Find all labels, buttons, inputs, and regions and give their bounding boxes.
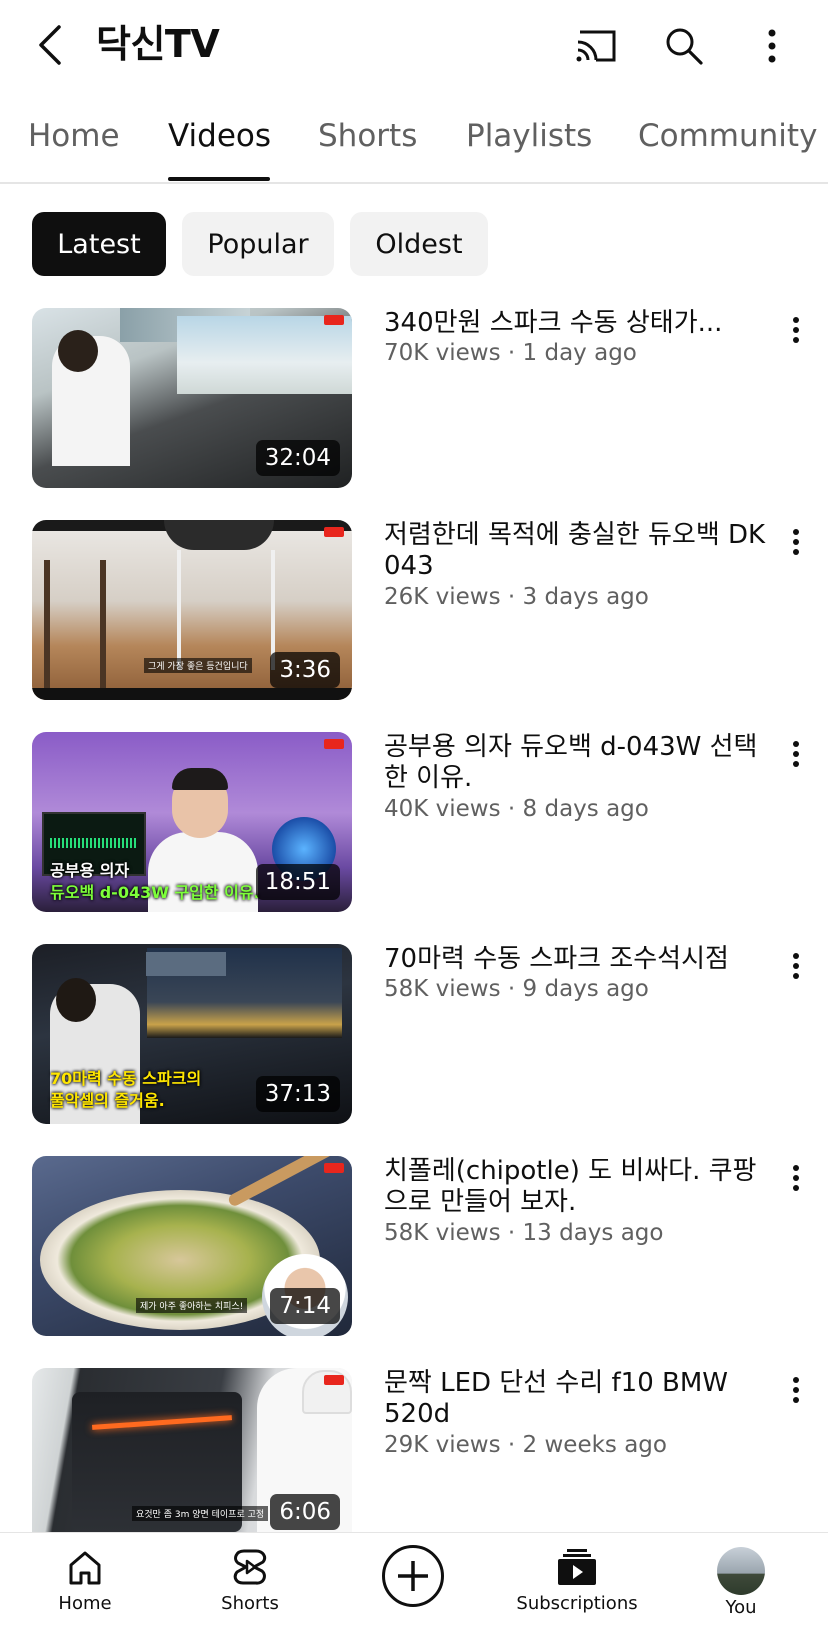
more-options-button[interactable] — [748, 22, 796, 70]
video-thumbnail[interactable]: 70마력 수동 스파크의 풀악셀의 즐거움. 37:13 — [32, 944, 352, 1124]
subscriptions-icon — [558, 1549, 596, 1585]
create-button[interactable] — [382, 1545, 444, 1607]
video-thumbnail[interactable]: 그게 가장 좋은 등건입니다 3:36 — [32, 520, 352, 700]
video-thumbnail[interactable]: 요것만 좀 3m 양면 테이프로 고정 6:06 — [32, 1368, 352, 1532]
video-duration: 37:13 — [255, 1076, 340, 1112]
video-more-button[interactable] — [776, 1156, 816, 1200]
more-vertical-icon — [793, 317, 799, 343]
thumbnail-detail — [44, 560, 106, 700]
video-duration: 32:04 — [255, 440, 340, 476]
nav-you[interactable]: You — [681, 1547, 801, 1618]
video-thumbnail[interactable]: 32:04 — [32, 308, 352, 488]
more-vertical-icon — [768, 29, 776, 63]
video-meta: 70K views · 1 day ago — [384, 340, 637, 366]
thumbnail-detail — [172, 768, 228, 790]
video-thumbnail[interactable]: 제가 아주 좋아하는 치피스! 7:14 — [32, 1156, 352, 1336]
home-icon — [69, 1551, 101, 1585]
video-meta: 58K views · 9 days ago — [384, 976, 649, 1002]
chip-latest[interactable]: Latest — [32, 212, 166, 276]
chip-popular[interactable]: Popular — [182, 212, 334, 276]
nav-label: You — [725, 1597, 757, 1618]
thumbnail-detail — [177, 550, 275, 670]
chip-oldest[interactable]: Oldest — [350, 212, 488, 276]
channel-logo-badge — [324, 739, 344, 749]
more-vertical-icon — [793, 953, 799, 979]
video-item[interactable]: 70마력 수동 스파크의 풀악셀의 즐거움. 37:13 70마력 수동 스파크… — [0, 944, 828, 1124]
channel-title: 닥신TV — [96, 22, 220, 66]
channel-logo-badge — [324, 1163, 344, 1173]
video-meta: 26K views · 3 days ago — [384, 584, 649, 610]
video-more-button[interactable] — [776, 1368, 816, 1412]
video-title[interactable]: 340만원 스파크 수동 상태가... — [384, 308, 770, 339]
video-item[interactable]: 32:04 340만원 스파크 수동 상태가... 70K views · 1 … — [0, 308, 828, 488]
video-title[interactable]: 치폴레(chipotle) 도 비싸다. 쿠팡으로 만들어 보자. — [384, 1156, 770, 1218]
channel-tabs: Home Videos Shorts Playlists Community — [0, 100, 828, 184]
tab-videos[interactable]: Videos — [168, 114, 271, 158]
back-button[interactable] — [30, 20, 70, 70]
nav-label: Subscriptions — [516, 1593, 638, 1614]
video-title[interactable]: 문짝 LED 단선 수리 f10 BMW 520d — [384, 1368, 770, 1430]
thumbnail-detail — [56, 978, 96, 1022]
active-tab-indicator — [168, 177, 270, 181]
thumbnail-caption: 요것만 좀 3m 양면 테이프로 고정 — [132, 1506, 269, 1521]
video-title[interactable]: 70마력 수동 스파크 조수석시점 — [384, 944, 770, 975]
thumbnail-caption: 제가 아주 좋아하는 치피스! — [136, 1298, 248, 1313]
more-vertical-icon — [793, 1377, 799, 1403]
video-item[interactable]: 요것만 좀 3m 양면 테이프로 고정 6:06 문짝 LED 단선 수리 f1… — [0, 1368, 828, 1548]
tab-playlists[interactable]: Playlists — [466, 114, 592, 158]
tab-home[interactable]: Home — [28, 114, 120, 158]
video-duration: 18:51 — [255, 864, 340, 900]
bottom-navigation: Home Shorts Subscriptions You — [0, 1532, 828, 1629]
shorts-icon — [233, 1549, 267, 1585]
channel-header: 닥신TV — [0, 0, 828, 90]
thumbnail-detail — [58, 330, 98, 372]
nav-shorts[interactable]: Shorts — [190, 1547, 310, 1614]
video-item[interactable]: 제가 아주 좋아하는 치피스! 7:14 치폴레(chipotle) 도 비싸다… — [0, 1156, 828, 1336]
video-more-button[interactable] — [776, 732, 816, 776]
create-plus-icon — [398, 1561, 428, 1591]
nav-home[interactable]: Home — [25, 1547, 145, 1614]
thumbnail-detail — [32, 688, 352, 700]
thumbnail-detail — [146, 952, 226, 976]
more-vertical-icon — [793, 529, 799, 555]
search-button[interactable] — [660, 22, 708, 70]
video-thumbnail[interactable]: 공부용 의자 듀오백 d-043W 구입한 이유. 18:51 — [32, 732, 352, 912]
nav-label: Shorts — [221, 1593, 279, 1614]
thumbnail-caption: 공부용 의자 — [50, 861, 130, 880]
video-title[interactable]: 공부용 의자 듀오백 d-043W 선택한 이유. — [384, 732, 770, 794]
video-item[interactable]: 그게 가장 좋은 등건입니다 3:36 저렴한데 목적에 충실한 듀오백 DK … — [0, 520, 828, 700]
channel-logo-badge — [324, 315, 344, 325]
more-vertical-icon — [793, 741, 799, 767]
cast-button[interactable] — [572, 22, 620, 70]
video-item[interactable]: 공부용 의자 듀오백 d-043W 구입한 이유. 18:51 공부용 의자 듀… — [0, 732, 828, 912]
thumbnail-caption: 풀악셀의 즐거움. — [50, 1091, 165, 1110]
video-meta: 29K views · 2 weeks ago — [384, 1432, 667, 1458]
video-title[interactable]: 저렴한데 목적에 충실한 듀오백 DK 043 — [384, 520, 770, 582]
video-duration: 3:36 — [270, 652, 340, 688]
thumbnail-caption: 70마력 수동 스파크의 — [50, 1069, 202, 1088]
thumbnail-caption: 그게 가장 좋은 등건입니다 — [144, 658, 252, 673]
thumbnail-detail — [177, 316, 352, 394]
thumbnail-detail — [164, 520, 274, 550]
video-more-button[interactable] — [776, 308, 816, 352]
video-meta: 58K views · 13 days ago — [384, 1220, 664, 1246]
channel-logo-badge — [324, 527, 344, 537]
cast-icon — [576, 30, 616, 62]
video-meta: 40K views · 8 days ago — [384, 796, 649, 822]
video-duration: 6:06 — [270, 1494, 340, 1530]
thumbnail-caption: 듀오백 d-043W 구입한 이유. — [50, 883, 260, 902]
nav-label: Home — [58, 1593, 112, 1614]
channel-logo-badge — [324, 1375, 344, 1385]
video-duration: 7:14 — [270, 1288, 340, 1324]
more-vertical-icon — [793, 1165, 799, 1191]
back-icon — [39, 25, 61, 65]
video-more-button[interactable] — [776, 520, 816, 564]
tab-shorts[interactable]: Shorts — [318, 114, 417, 158]
avatar — [717, 1547, 765, 1595]
tab-community[interactable]: Community — [638, 114, 817, 158]
video-more-button[interactable] — [776, 944, 816, 988]
nav-subscriptions[interactable]: Subscriptions — [516, 1547, 638, 1614]
thumbnail-detail — [50, 838, 136, 848]
search-icon — [666, 28, 703, 65]
